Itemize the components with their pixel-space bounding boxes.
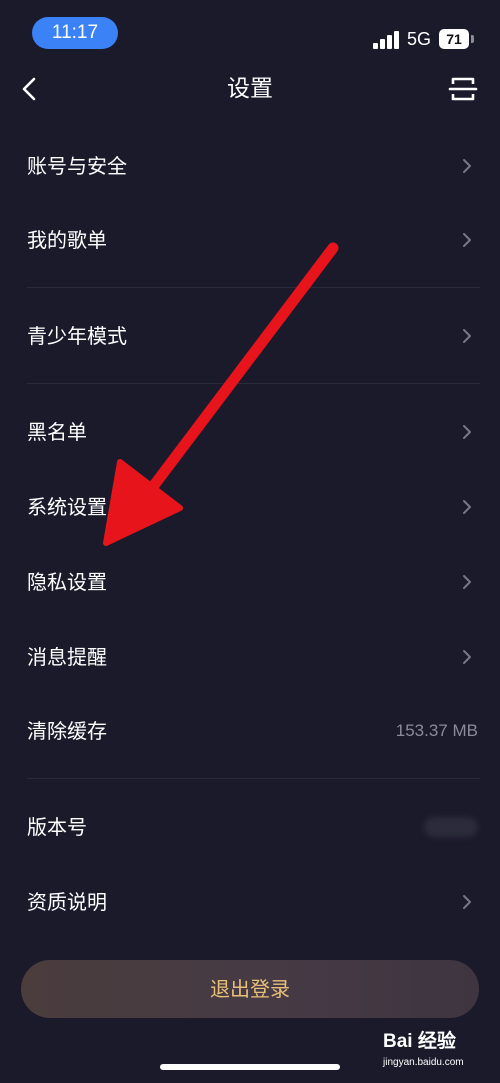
- watermark-brand: Bai 经验: [383, 1031, 456, 1052]
- settings-item-label: 清除缓存: [27, 719, 107, 743]
- logout-button[interactable]: 退出登录: [21, 960, 479, 1018]
- chevron-right-icon: [463, 329, 471, 343]
- settings-item-label: 资质说明: [27, 890, 107, 914]
- baidu-watermark: Bai 经验 jingyan.baidu.com: [383, 1030, 493, 1076]
- settings-item-qualification[interactable]: 资质说明: [0, 872, 500, 932]
- settings-item-blacklist[interactable]: 黑名单: [0, 402, 500, 462]
- page-title: 设置: [227, 76, 273, 102]
- status-time: 11:17: [32, 17, 118, 49]
- settings-item-version: 版本号: [0, 797, 500, 857]
- section-divider: [27, 383, 480, 384]
- chevron-right-icon: [463, 425, 471, 439]
- status-bar: 11:17 5G 71: [0, 0, 500, 66]
- chevron-right-icon: [463, 895, 471, 909]
- settings-item-clear-cache[interactable]: 清除缓存 153.37 MB: [0, 701, 500, 761]
- settings-item-label: 账号与安全: [27, 154, 127, 178]
- settings-item-label: 黑名单: [27, 420, 87, 444]
- version-value-blurred: [424, 817, 478, 837]
- settings-item-privacy-settings[interactable]: 隐私设置: [0, 552, 500, 612]
- settings-item-label: 版本号: [27, 815, 87, 839]
- settings-item-label: 系统设置: [27, 495, 107, 519]
- chevron-right-icon: [463, 500, 471, 514]
- scan-icon[interactable]: [448, 74, 478, 104]
- section-divider: [27, 287, 480, 288]
- chevron-right-icon: [463, 233, 471, 247]
- settings-item-system-settings[interactable]: 系统设置: [0, 477, 500, 537]
- settings-item-label: 青少年模式: [27, 324, 127, 348]
- signal-icon: [373, 29, 403, 49]
- settings-item-message-reminder[interactable]: 消息提醒: [0, 627, 500, 687]
- watermark-url: jingyan.baidu.com: [383, 1057, 464, 1068]
- settings-item-account-security[interactable]: 账号与安全: [0, 136, 500, 196]
- settings-item-my-playlists[interactable]: 我的歌单: [0, 210, 500, 270]
- settings-item-teen-mode[interactable]: 青少年模式: [0, 306, 500, 366]
- settings-item-label: 我的歌单: [27, 228, 107, 252]
- chevron-right-icon: [463, 650, 471, 664]
- network-type: 5G: [407, 29, 432, 49]
- nav-bar: 设置: [0, 66, 500, 112]
- cache-size-value: 153.37 MB: [395, 721, 478, 740]
- battery-icon: 71: [439, 29, 469, 49]
- home-indicator[interactable]: [160, 1064, 340, 1070]
- settings-item-label: 消息提醒: [27, 645, 107, 669]
- chevron-right-icon: [463, 159, 471, 173]
- battery-tip: [471, 35, 474, 43]
- settings-item-label: 隐私设置: [27, 570, 107, 594]
- chevron-right-icon: [463, 575, 471, 589]
- section-divider: [27, 778, 480, 779]
